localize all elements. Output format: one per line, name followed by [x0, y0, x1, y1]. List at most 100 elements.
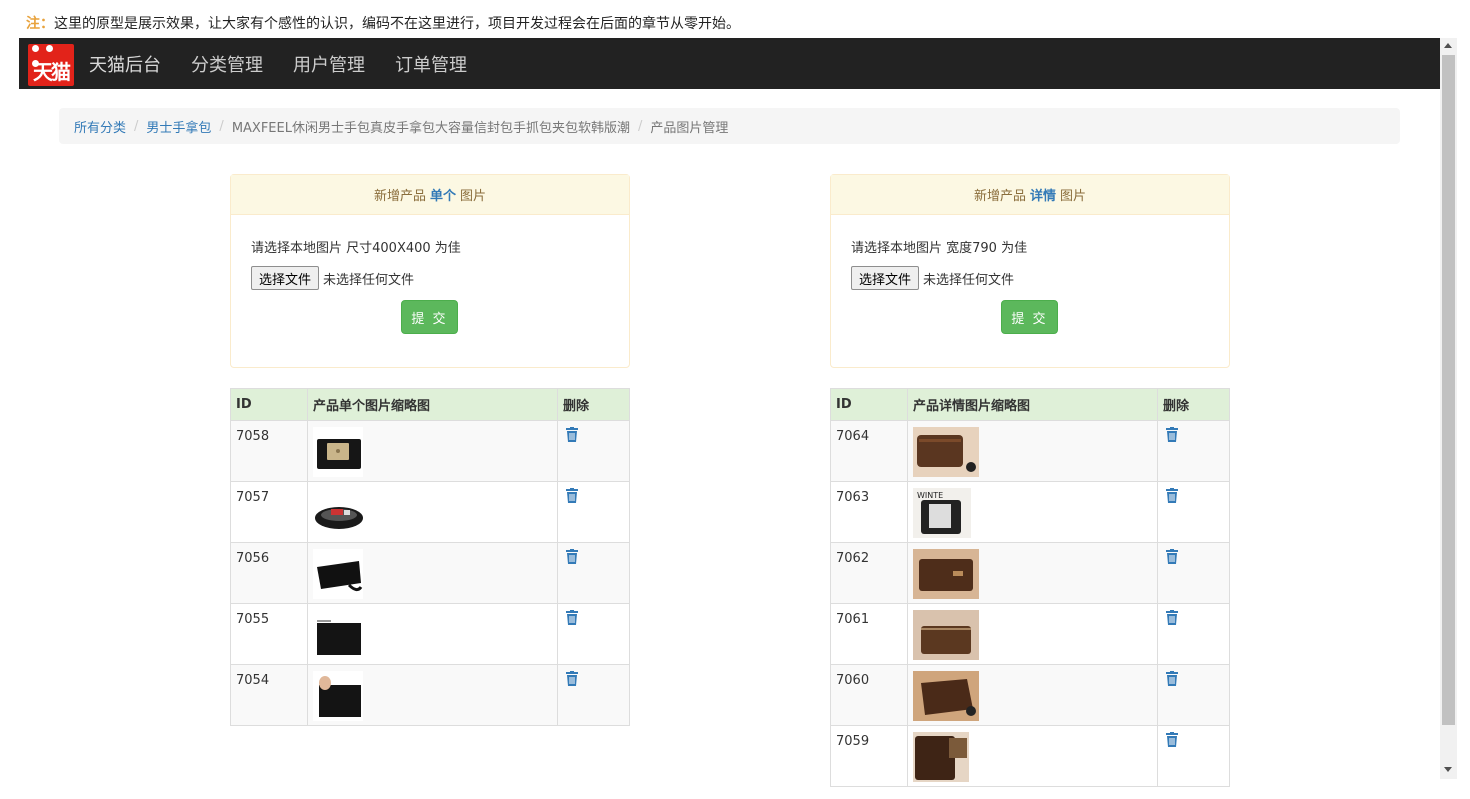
- image-id: 7061: [830, 603, 908, 665]
- delete-cell: [1157, 542, 1230, 604]
- thumbnail-cell: [307, 542, 558, 604]
- black-envelope-clutch-thumbnail[interactable]: [313, 610, 363, 660]
- breadcrumb: 所有分类 / 男士手拿包 / MAXFEEL休闲男士手包真皮手拿包大容量信封包手…: [59, 108, 1400, 144]
- scroll-up-icon[interactable]: [1444, 43, 1452, 48]
- upload-single-hint: 请选择本地图片 尺寸400X400 为佳: [251, 241, 461, 256]
- image-id: 7057: [230, 481, 308, 543]
- nav-user-management[interactable]: 用户管理: [293, 51, 365, 77]
- thumbnail-cell: [307, 481, 558, 543]
- trash-icon[interactable]: [566, 610, 578, 625]
- thumbnail-cell: [907, 420, 1158, 482]
- delete-cell: [557, 603, 630, 665]
- nav-category-management[interactable]: 分类管理: [191, 51, 263, 77]
- choose-file-button[interactable]: 选择文件: [251, 266, 320, 290]
- column-header-id: ID: [830, 388, 908, 421]
- nav-brand-admin[interactable]: 天猫后台: [89, 51, 161, 77]
- table-row: 7054: [230, 664, 630, 726]
- trash-icon[interactable]: [1166, 427, 1178, 442]
- file-status: 未选择任何文件: [323, 272, 415, 288]
- delete-cell: [1157, 481, 1230, 543]
- trash-icon[interactable]: [1166, 732, 1178, 747]
- black-clutch-with-tablet-thumbnail[interactable]: [313, 427, 363, 477]
- trash-icon[interactable]: [566, 488, 578, 503]
- logo-text: 天猫: [33, 60, 71, 84]
- trash-icon[interactable]: [1166, 549, 1178, 564]
- choose-file-button[interactable]: 选择文件: [851, 266, 920, 290]
- thumbnail-cell: WINTE: [907, 481, 1158, 543]
- submit-single-button[interactable]: 提 交: [401, 300, 458, 334]
- thumbnail-cell: [907, 542, 1158, 604]
- upload-single-panel: 新增产品 单个 图片 请选择本地图片 尺寸400X400 为佳 选择文件 未选择…: [230, 174, 630, 368]
- open-black-clutch-thumbnail[interactable]: [313, 488, 363, 538]
- hand-holding-clutch-thumbnail[interactable]: [313, 671, 363, 721]
- nav-menu: 天猫后台 分类管理 用户管理 订单管理: [89, 38, 497, 89]
- heading-suffix: 图片: [1060, 189, 1087, 204]
- detail-images-table: ID 产品详情图片缩略图 删除 7064 7063 WINTE 7062 7061 706…: [830, 388, 1230, 787]
- upload-detail-hint: 请选择本地图片 宽度790 为佳: [851, 241, 1028, 256]
- vertical-scrollbar[interactable]: [1440, 38, 1457, 779]
- notice-prefix: 注：: [26, 16, 54, 32]
- trash-icon[interactable]: [566, 427, 578, 442]
- image-id: 7059: [830, 725, 908, 787]
- column-header-thumbnail: 产品详情图片缩略图: [907, 388, 1158, 421]
- trash-icon[interactable]: [566, 671, 578, 686]
- black-clutch-with-strap-thumbnail[interactable]: [313, 549, 363, 599]
- thumbnail-cell: [307, 664, 558, 726]
- heading-type: 单个: [429, 189, 456, 204]
- top-navbar: 天猫 天猫后台 分类管理 用户管理 订单管理: [19, 38, 1440, 89]
- table-row: 7063 WINTE: [830, 481, 1230, 543]
- black-wallet-with-phone-thumbnail[interactable]: WINTE: [913, 488, 971, 538]
- table-row: 7055: [230, 603, 630, 665]
- thumbnail-cell: [307, 420, 558, 482]
- column-header-thumbnail: 产品单个图片缩略图: [307, 388, 558, 421]
- table-row: 7057: [230, 481, 630, 543]
- table-row: 7064: [830, 420, 1230, 482]
- image-id: 7063: [830, 481, 908, 543]
- logo-ears-icon: [32, 41, 70, 67]
- table-row: 7062: [830, 542, 1230, 604]
- heading-prefix: 新增产品: [973, 189, 1026, 204]
- breadcrumb-category[interactable]: 男士手拿包: [146, 117, 211, 136]
- heading-type: 详情: [1029, 189, 1056, 204]
- scroll-thumb[interactable]: [1442, 55, 1455, 725]
- delete-cell: [557, 542, 630, 604]
- heading-prefix: 新增产品: [373, 189, 426, 204]
- image-id: 7060: [830, 664, 908, 726]
- trash-icon[interactable]: [1166, 671, 1178, 686]
- brown-wallet-closed-thumbnail[interactable]: [913, 549, 979, 599]
- upload-single-heading: 新增产品 单个 图片: [231, 175, 629, 215]
- thumbnail-cell: [907, 603, 1158, 665]
- nav-order-management[interactable]: 订单管理: [395, 51, 467, 77]
- breadcrumb-separator: /: [134, 118, 139, 134]
- scroll-down-icon[interactable]: [1444, 767, 1452, 772]
- notice-text: 注：这里的原型是展示效果，让大家有个感性的认识，编码不在这里进行，项目开发过程会…: [26, 13, 740, 33]
- file-status: 未选择任何文件: [923, 272, 1015, 288]
- thumbnail-cell: [907, 725, 1158, 787]
- upload-detail-heading: 新增产品 详情 图片: [831, 175, 1229, 215]
- delete-cell: [557, 420, 630, 482]
- breadcrumb-separator: /: [637, 118, 643, 134]
- image-id: 7055: [230, 603, 308, 665]
- brown-wallet-thumbnail[interactable]: [913, 427, 979, 477]
- image-id: 7062: [830, 542, 908, 604]
- table-row: 7061: [830, 603, 1230, 665]
- table-row: 7056: [230, 542, 630, 604]
- tmall-logo[interactable]: 天猫: [28, 44, 74, 86]
- brown-wallet-zipper-thumbnail[interactable]: [913, 610, 979, 660]
- breadcrumb-all-categories[interactable]: 所有分类: [74, 117, 126, 136]
- image-id: 7064: [830, 420, 908, 482]
- delete-cell: [1157, 603, 1230, 665]
- single-images-table: ID 产品单个图片缩略图 删除 7058 7057 7056 7055 7054: [230, 388, 630, 726]
- trash-icon[interactable]: [1166, 610, 1178, 625]
- trash-icon[interactable]: [566, 549, 578, 564]
- image-id: 7058: [230, 420, 308, 482]
- delete-cell: [1157, 664, 1230, 726]
- thumbnail-cell: [907, 664, 1158, 726]
- brown-wallet-angle-thumbnail[interactable]: [913, 671, 979, 721]
- brown-wallet-partial-thumbnail[interactable]: [913, 732, 979, 782]
- submit-detail-button[interactable]: 提 交: [1001, 300, 1058, 334]
- breadcrumb-product: MAXFEEL休闲男士手包真皮手拿包大容量信封包手抓包夹包软韩版潮: [231, 120, 630, 136]
- trash-icon[interactable]: [1166, 488, 1178, 503]
- column-header-delete: 删除: [1157, 388, 1230, 421]
- column-header-delete: 删除: [557, 388, 630, 421]
